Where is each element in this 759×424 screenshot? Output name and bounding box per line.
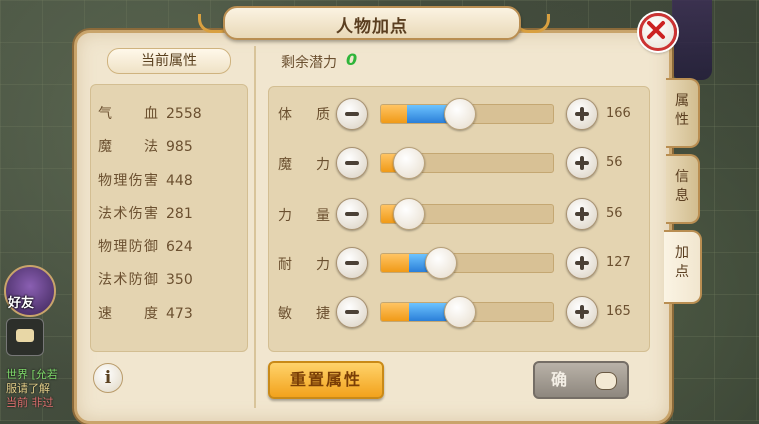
attribute-value: 624	[166, 239, 193, 255]
attribute-value: 281	[166, 206, 193, 222]
slider-handle[interactable]	[444, 296, 477, 328]
confirm-button[interactable]: 确	[533, 361, 629, 399]
attribute-value: 985	[166, 139, 193, 155]
attribute-row: 法术伤害 281	[98, 203, 193, 223]
increase-button[interactable]	[566, 247, 598, 279]
attribute-row: 魔 法 985	[98, 136, 193, 156]
decrease-button[interactable]	[336, 147, 368, 179]
stat-label: 耐 力	[278, 257, 330, 273]
attribute-row: 速 度 473	[98, 303, 193, 323]
stat-value: 166	[606, 106, 631, 121]
info-button[interactable]: i	[93, 363, 123, 393]
stat-label: 敏 捷	[278, 306, 330, 322]
increase-button[interactable]	[566, 98, 598, 130]
friend-label: 好友	[8, 296, 35, 311]
tab-info[interactable]: 信息	[666, 154, 700, 224]
tab-label: 加点	[675, 245, 689, 280]
window-title: 人物加点	[336, 17, 408, 37]
stat-value: 127	[606, 255, 631, 270]
stat-value: 165	[606, 304, 631, 319]
tab-label: 属性	[675, 93, 689, 128]
stat-value: 56	[606, 206, 623, 221]
chat-line: 当前 非过	[6, 396, 54, 409]
attribute-row: 物理伤害 448	[98, 170, 193, 190]
attribute-label: 魔 法	[98, 139, 158, 155]
stat-label: 体 质	[278, 107, 330, 123]
remaining-potential-label: 剩余潜力	[281, 55, 337, 71]
attribute-value: 448	[166, 173, 193, 189]
decrease-button[interactable]	[336, 247, 368, 279]
attribute-label: 物理伤害	[98, 173, 158, 189]
decrease-button[interactable]	[336, 296, 368, 328]
base-fill	[381, 303, 409, 321]
chat-line: 世界 [允若	[6, 368, 58, 381]
close-icon	[647, 21, 665, 39]
attribute-row: 气 血 2558	[98, 103, 202, 123]
attribute-label: 法术伤害	[98, 206, 158, 222]
attribute-label: 速 度	[98, 306, 158, 322]
remaining-potential-value: 0	[346, 50, 358, 69]
slider-handle[interactable]	[444, 98, 477, 130]
attribute-label: 物理防御	[98, 239, 158, 255]
attribute-label: 法术防御	[98, 272, 158, 288]
increase-button[interactable]	[566, 296, 598, 328]
tab-add-points[interactable]: 加点	[664, 230, 702, 304]
attribute-value: 473	[166, 306, 193, 322]
stat-label: 力 量	[278, 208, 330, 224]
confirm-label: 确	[551, 370, 570, 389]
stat-slider-track[interactable]	[380, 253, 554, 273]
attribute-row: 物理防御 624	[98, 236, 193, 256]
current-attributes-title: 当前属性	[141, 53, 197, 69]
slider-handle[interactable]	[425, 247, 458, 279]
divider	[254, 46, 256, 408]
world-chat[interactable]: 世界 [允若 服请了解 当前 非过	[6, 368, 76, 410]
hand-icon	[595, 372, 617, 390]
close-button[interactable]	[639, 13, 677, 51]
tab-label: 信息	[675, 169, 689, 204]
reset-attributes-button[interactable]: 重置属性	[268, 361, 384, 399]
chat-icon[interactable]	[6, 318, 44, 356]
title-bar: 人物加点	[223, 6, 521, 40]
chat-line: 服请了解	[6, 382, 50, 395]
info-icon: i	[104, 368, 112, 388]
increase-button[interactable]	[566, 147, 598, 179]
increase-button[interactable]	[566, 198, 598, 230]
stat-label: 魔 力	[278, 157, 330, 173]
attribute-label: 气 血	[98, 106, 158, 122]
character-sprite	[672, 0, 712, 80]
attribute-value: 2558	[166, 106, 202, 122]
current-attributes-header: 当前属性	[107, 48, 231, 74]
base-fill	[381, 105, 407, 123]
tab-attributes[interactable]: 属性	[666, 78, 700, 148]
decrease-button[interactable]	[336, 98, 368, 130]
decrease-button[interactable]	[336, 198, 368, 230]
base-fill	[381, 254, 409, 272]
slider-handle[interactable]	[392, 198, 425, 230]
slider-handle[interactable]	[392, 147, 425, 179]
attribute-value: 350	[166, 272, 193, 288]
attribute-row: 法术防御 350	[98, 269, 193, 289]
stat-value: 56	[606, 155, 623, 170]
